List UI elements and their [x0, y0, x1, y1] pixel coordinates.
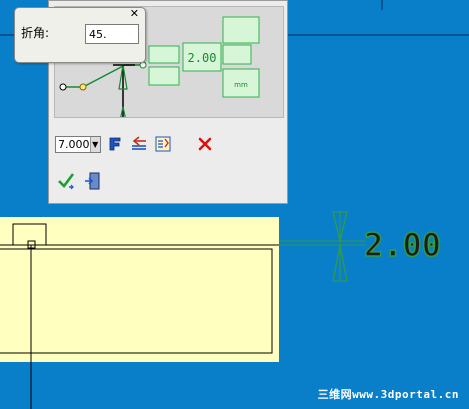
angle-input[interactable]	[85, 24, 139, 44]
preview-unit-text: mm	[234, 81, 248, 89]
ok-button[interactable]	[57, 171, 77, 191]
preview-box-prefix-top	[148, 45, 180, 64]
preview-leader-point-start	[59, 83, 67, 91]
delete-icon	[198, 137, 212, 151]
text-size-select[interactable]: 7.000 ▼	[55, 135, 101, 153]
preview-box-upper-tolerance	[222, 16, 260, 44]
angle-popup[interactable]: ✕ 折角:	[14, 7, 146, 63]
dimension-text[interactable]: 2.00	[363, 225, 442, 265]
part-face[interactable]	[0, 217, 279, 362]
text-align-button[interactable]	[129, 134, 149, 154]
style-settings-icon	[155, 136, 171, 152]
dialog-action-bar	[57, 171, 103, 191]
style-settings-button[interactable]	[153, 134, 173, 154]
text-align-icon	[132, 136, 146, 150]
exit-button[interactable]	[83, 171, 103, 191]
font-button[interactable]	[105, 134, 125, 154]
exit-icon	[85, 172, 100, 190]
watermark: 三维网www.3dportal.cn	[317, 388, 459, 401]
ok-check-icon	[58, 173, 75, 190]
close-icon[interactable]: ✕	[130, 8, 139, 19]
preview-value-text: 2.00	[188, 51, 217, 65]
preview-leader-point-bend	[79, 83, 87, 91]
text-size-value: 7.000	[58, 137, 90, 151]
preview-box-suffix	[222, 44, 252, 65]
angle-label: 折角:	[21, 26, 50, 40]
delete-button[interactable]	[195, 134, 215, 154]
dimension-toolbar: 7.000 ▼	[55, 131, 283, 157]
chevron-down-icon[interactable]: ▼	[89, 136, 100, 152]
popup-title-bar[interactable]: ✕	[15, 8, 145, 20]
font-icon	[109, 137, 121, 151]
preview-leader-line	[63, 64, 143, 88]
preview-box-prefix-bottom	[148, 66, 180, 86]
